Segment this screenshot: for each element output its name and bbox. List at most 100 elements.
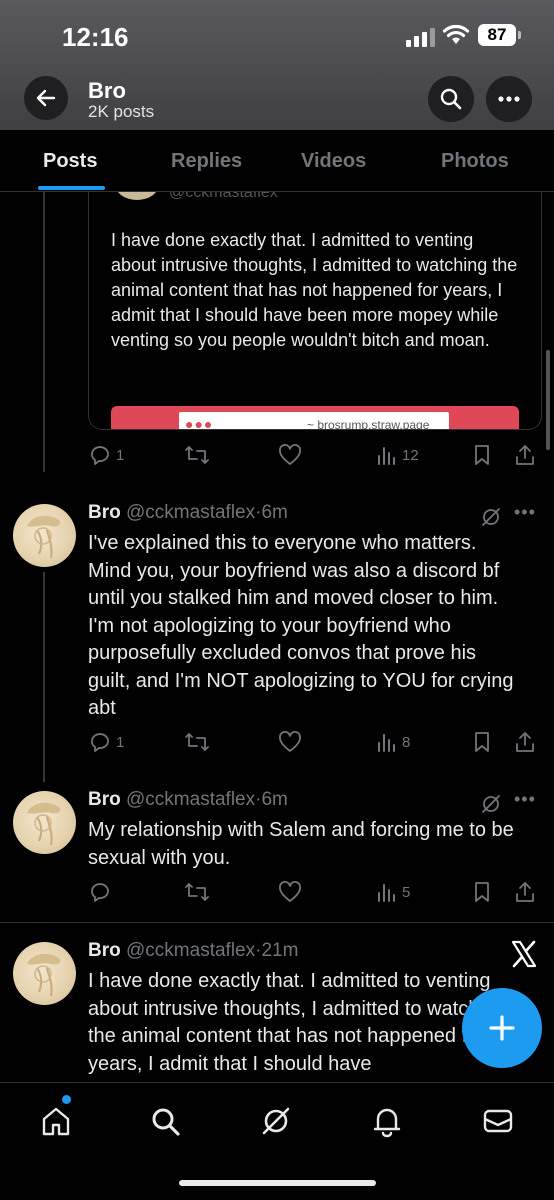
share-button[interactable] (514, 731, 536, 753)
author-name[interactable]: Bro (88, 789, 121, 810)
post-actions: 1 12 (88, 444, 538, 470)
more-icon[interactable]: ••• (514, 502, 536, 523)
more-options-button[interactable] (486, 76, 532, 122)
thread-line (43, 192, 45, 472)
repost-button[interactable] (184, 731, 210, 753)
views-button[interactable]: 8 (376, 731, 410, 753)
bookmark-icon (475, 732, 489, 752)
x-logo-icon (511, 940, 537, 968)
repost-icon (185, 733, 209, 751)
reply-button[interactable]: 1 (88, 444, 124, 466)
grok-icon[interactable] (480, 793, 502, 815)
post-text: I have done exactly that. I admitted to … (88, 970, 507, 1075)
reply-count: 1 (116, 733, 125, 751)
quoted-link-window: ●●● ~ brosrump.straw.page (179, 412, 449, 430)
reply-button[interactable]: 1 (88, 731, 124, 753)
thread-line (43, 572, 45, 782)
views-icon (378, 734, 395, 752)
back-arrow-icon (36, 89, 56, 107)
quoted-link-url: ~ brosrump.straw.page (307, 418, 430, 430)
avatar[interactable] (13, 942, 76, 1005)
search-icon (440, 88, 462, 110)
bookmark-button[interactable] (472, 731, 492, 753)
quoted-link-image[interactable]: ●●● ~ brosrump.straw.page (111, 406, 519, 430)
nav-home[interactable] (36, 1101, 76, 1141)
view-count: 5 (402, 883, 411, 901)
post-time[interactable]: 6m (261, 502, 287, 523)
bookmark-button[interactable] (472, 444, 492, 466)
bookmark-icon (475, 882, 489, 902)
repost-icon (185, 883, 209, 901)
views-button[interactable]: 5 (376, 881, 410, 903)
reply-count: 1 (116, 446, 125, 464)
post-text: My relationship with Salem and forcing m… (88, 819, 514, 869)
tab-posts[interactable]: Posts (43, 150, 97, 173)
post-meta: Bro @cckmastaflex·21m (88, 940, 298, 962)
scrollbar[interactable] (546, 350, 550, 450)
status-time: 12:16 (62, 22, 129, 52)
nav-grok[interactable] (256, 1101, 296, 1141)
post-actions: 1 8 (88, 731, 538, 757)
explore-icon (152, 1108, 180, 1136)
share-icon (516, 882, 534, 902)
post-time[interactable]: 21m (261, 940, 298, 961)
home-indicator[interactable] (179, 1180, 376, 1186)
tab-videos[interactable]: Videos (301, 150, 366, 173)
view-count: 8 (402, 733, 411, 751)
author-name[interactable]: Bro (88, 940, 121, 961)
views-icon (378, 447, 395, 465)
author-handle[interactable]: @cckmastaflex (126, 940, 255, 961)
nav-messages[interactable] (478, 1101, 518, 1141)
tab-photos[interactable]: Photos (441, 150, 509, 173)
quoted-post-card[interactable]: @cckmastaflex I have done exactly that. … (88, 192, 542, 430)
view-count: 12 (402, 446, 419, 464)
nav-notifications[interactable] (367, 1101, 407, 1141)
repost-button[interactable] (184, 444, 210, 466)
compose-plus-icon (489, 1015, 515, 1041)
author-handle[interactable]: @cckmastaflex (126, 502, 255, 523)
grok-nav-icon (262, 1107, 290, 1135)
avatar-drawing (27, 802, 61, 846)
like-button[interactable] (278, 444, 302, 466)
post-text: I've explained this to everyone who matt… (88, 532, 514, 719)
avatar-drawing (27, 515, 61, 559)
avatar[interactable] (13, 504, 76, 567)
like-button[interactable] (278, 731, 302, 753)
quoted-post-text: I have done exactly that. I admitted to … (111, 230, 518, 350)
messages-icon (483, 1109, 513, 1133)
search-button[interactable] (428, 76, 474, 122)
nav-explore[interactable] (145, 1101, 185, 1141)
views-button[interactable]: 12 (376, 444, 419, 466)
repost-button[interactable] (184, 881, 210, 903)
home-icon (42, 1107, 70, 1136)
like-icon (279, 731, 301, 752)
avatar-drawing (27, 953, 61, 997)
reply-button[interactable] (88, 881, 116, 903)
like-button[interactable] (278, 881, 302, 903)
reply-icon (91, 733, 109, 752)
notifications-icon (373, 1108, 401, 1138)
avatar[interactable] (13, 791, 76, 854)
tab-replies[interactable]: Replies (171, 150, 242, 173)
share-button[interactable] (514, 444, 536, 466)
share-icon (516, 732, 534, 752)
share-button[interactable] (514, 881, 536, 903)
battery-indicator: 87 (478, 24, 521, 46)
post-meta: Bro @cckmastaflex·6m (88, 502, 288, 524)
more-icon[interactable]: ••• (514, 789, 536, 810)
post-time[interactable]: 6m (261, 789, 287, 810)
wifi-icon (442, 24, 470, 44)
post-actions: 5 (88, 881, 538, 907)
reply-icon (91, 446, 109, 465)
bookmark-button[interactable] (472, 881, 492, 903)
author-name[interactable]: Bro (88, 502, 121, 523)
compose-button[interactable] (462, 988, 542, 1068)
active-tab-indicator (38, 186, 105, 190)
back-button[interactable] (24, 76, 68, 120)
author-handle[interactable]: @cckmastaflex (126, 789, 255, 810)
like-icon (279, 444, 301, 465)
grok-icon[interactable] (480, 506, 502, 528)
views-icon (378, 884, 395, 902)
post-divider (0, 922, 554, 923)
repost-icon (185, 446, 209, 464)
